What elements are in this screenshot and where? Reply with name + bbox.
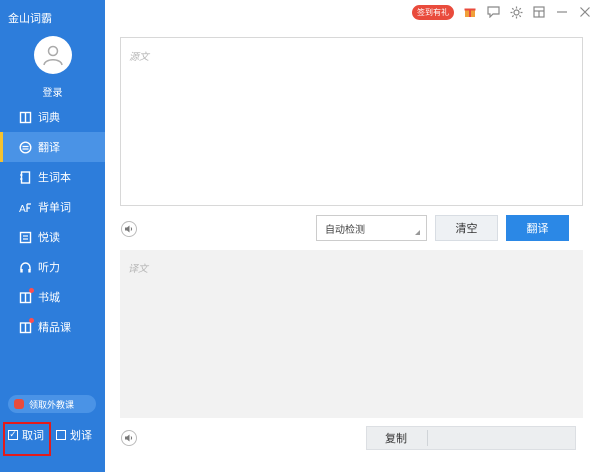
sidebar-item-label: 背单词	[38, 201, 71, 214]
select-translate-checkbox[interactable]: 划译	[56, 427, 92, 443]
sidebar-item-label: 翻译	[38, 141, 60, 154]
sidebar-item-translate[interactable]: 翻译	[0, 132, 105, 162]
result-placeholder: 译文	[128, 264, 148, 275]
sidebar-item-bookstore[interactable]: 书城	[0, 282, 105, 312]
mini-mode-icon[interactable]	[530, 4, 548, 20]
foreign-teacher-class-button[interactable]: 领取外教课	[8, 395, 96, 413]
sidebar-item-memorize[interactable]: A 背单词	[0, 192, 105, 222]
notebook-icon	[18, 170, 32, 184]
sidebar-item-vocabulary[interactable]: 生词本	[0, 162, 105, 192]
copy-button[interactable]: 复制	[366, 426, 576, 450]
sidebar-item-label: 词典	[38, 111, 60, 124]
svg-text:A: A	[19, 204, 26, 214]
settings-icon[interactable]	[507, 4, 525, 20]
bookstore-icon	[18, 288, 34, 304]
checkbox-unchecked-icon	[56, 430, 66, 440]
minimize-icon[interactable]	[553, 4, 571, 20]
clear-button[interactable]: 清空	[435, 215, 498, 241]
sidebar-item-courses[interactable]: 精品课	[0, 312, 105, 342]
divider	[427, 430, 428, 446]
sidebar: 金山词霸 登录 词典 翻译 生词本 A 背单词 悦读 听力 书城 精品课 领取外…	[0, 0, 105, 472]
sidebar-item-label: 精品课	[38, 321, 71, 334]
source-text-input[interactable]: 源文	[120, 37, 583, 206]
sidebar-item-label: 书城	[38, 291, 60, 304]
headphones-icon	[18, 260, 32, 274]
reading-icon	[18, 230, 32, 244]
translate-icon	[18, 140, 32, 154]
translate-button[interactable]: 翻译	[506, 215, 569, 241]
language-select[interactable]: 自动检测	[316, 215, 427, 241]
title-bar: 签到有礼	[412, 4, 594, 20]
sidebar-item-reading[interactable]: 悦读	[0, 222, 105, 252]
login-link[interactable]: 登录	[0, 84, 105, 99]
gift-icon[interactable]	[461, 4, 479, 20]
sidebar-item-label: 生词本	[38, 171, 71, 184]
user-icon	[43, 45, 63, 66]
source-placeholder: 源文	[129, 52, 149, 63]
word-memorize-icon: A	[18, 200, 32, 214]
select-translate-label: 划译	[70, 429, 92, 442]
dropdown-corner-icon	[415, 230, 420, 235]
sidebar-item-label: 悦读	[38, 231, 60, 244]
sidebar-item-label: 听力	[38, 261, 60, 274]
highlight-frame	[3, 422, 51, 456]
app-title: 金山词霸	[8, 12, 52, 25]
notification-dot	[29, 318, 34, 323]
chat-icon[interactable]	[484, 4, 502, 20]
sidebar-item-listening[interactable]: 听力	[0, 252, 105, 282]
gift-box-icon	[14, 399, 24, 409]
sidebar-nav: 词典 翻译 生词本 A 背单词 悦读 听力 书城 精品课	[0, 102, 105, 342]
book-icon	[18, 110, 32, 124]
language-select-value: 自动检测	[325, 224, 365, 236]
avatar[interactable]	[34, 36, 72, 74]
promo-label: 领取外教课	[29, 400, 75, 411]
translation-result-area[interactable]: 译文	[120, 250, 583, 418]
source-speaker-icon[interactable]	[121, 221, 137, 237]
close-icon[interactable]	[576, 4, 594, 20]
copy-label: 复制	[385, 432, 407, 445]
notification-dot	[29, 288, 34, 293]
course-icon	[18, 318, 34, 334]
checkin-gift-badge[interactable]: 签到有礼	[412, 4, 454, 20]
result-speaker-icon[interactable]	[121, 430, 137, 446]
sidebar-item-dictionary[interactable]: 词典	[0, 102, 105, 132]
